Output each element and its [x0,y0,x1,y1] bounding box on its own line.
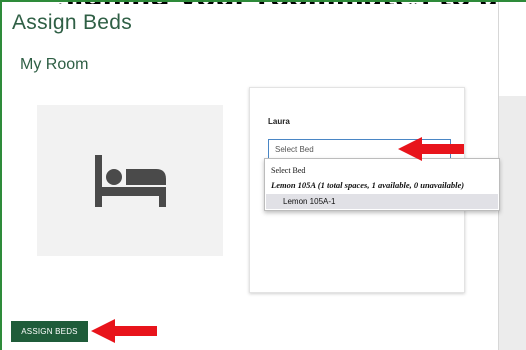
clipped-page-banner: signing your roommates to a specific bed… [0,0,526,4]
right-panel [498,0,526,350]
room-image [37,105,223,256]
dropdown-option-bed[interactable]: Lemon 105A-1 [266,194,498,209]
roommate-name: Laura [268,117,290,126]
bed-dropdown-list: Select Bed Lemon 105A (1 total spaces, 1… [264,158,500,211]
assign-beds-button[interactable]: ASSIGN BEDS [11,321,88,342]
annotation-arrow-select [398,137,464,161]
annotation-arrow-button [91,319,157,343]
page-title: Assign Beds [12,11,133,34]
bed-icon [95,155,166,207]
section-title: My Room [20,56,89,73]
dropdown-placeholder-option[interactable]: Select Bed [271,166,305,175]
dropdown-group-label: Lemon 105A (1 total spaces, 1 available,… [271,180,465,190]
right-panel-top [499,0,526,96]
